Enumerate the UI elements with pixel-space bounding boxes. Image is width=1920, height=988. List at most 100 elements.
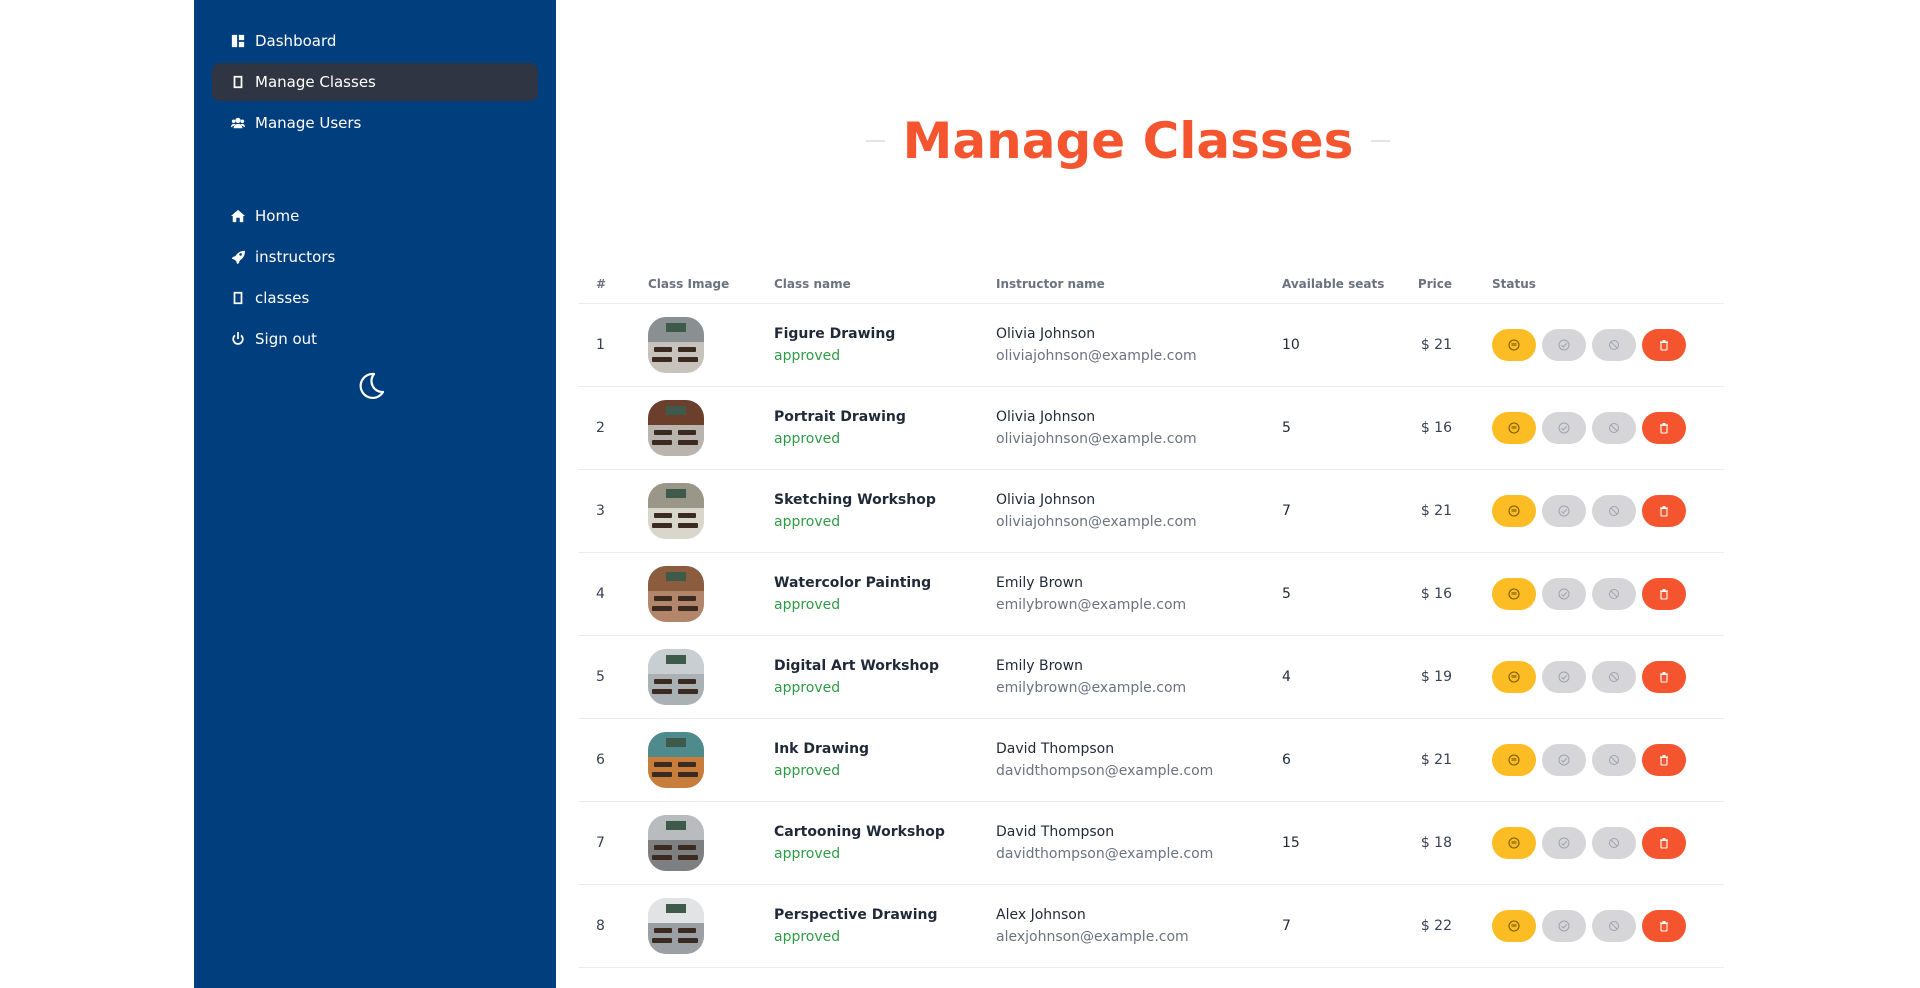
approve-button[interactable] [1542,660,1586,693]
class-image [648,565,704,622]
instructor-name: David Thompson [996,740,1115,757]
status-actions [1492,577,1724,610]
ban-icon [1609,339,1619,350]
theme-toggle-button[interactable] [353,369,387,403]
available-seats: 7 [1282,917,1291,934]
class-image-cell [630,801,756,884]
approve-button[interactable] [1542,328,1586,361]
class-status: approved [774,679,841,696]
delete-button[interactable] [1642,660,1686,693]
check-circle-icon [1558,754,1570,765]
sidebar-item-label: Home [255,207,300,225]
deny-button[interactable] [1592,660,1636,693]
delete-button[interactable] [1642,826,1686,859]
delete-button[interactable] [1642,909,1686,942]
class-image-cell [630,552,756,635]
class-name-cell: Cartooning Workshop approved [756,801,978,884]
pending-button[interactable] [1492,826,1536,859]
approve-button[interactable] [1542,826,1586,859]
check-circle-icon [1558,505,1570,516]
delete-button[interactable] [1642,743,1686,776]
deny-button[interactable] [1592,328,1636,361]
deny-button[interactable] [1592,826,1636,859]
approve-button[interactable] [1542,743,1586,776]
row-number: 2 [596,419,605,436]
class-image-cell [630,469,756,552]
class-image-cell [630,884,756,967]
sidebar-item-classes[interactable]: classes [212,279,538,317]
sidebar-item-label: instructors [255,248,336,266]
status-actions-cell [1474,718,1724,801]
instructor-cell: David Thompson davidthompson@example.com [978,801,1264,884]
delete-button[interactable] [1642,328,1686,361]
deny-button[interactable] [1592,909,1636,942]
class-image [648,482,704,539]
power-icon [230,331,246,347]
title-divider-left [866,140,885,142]
sidebar-item-sign-out[interactable]: Sign out [212,320,538,358]
trash-icon [1660,588,1668,600]
pending-button[interactable] [1492,743,1536,776]
available-seats: 6 [1282,751,1291,768]
trash-icon [1660,754,1668,766]
class-name-cell: Watercolor Painting approved [756,552,978,635]
delete-button[interactable] [1642,411,1686,444]
class-name: Sketching Workshop [774,491,936,508]
deny-button[interactable] [1592,411,1636,444]
class-price: $ 21 [1420,751,1452,768]
class-image [648,648,704,705]
class-price: $ 19 [1420,668,1452,685]
check-circle-icon [1558,920,1570,931]
sidebar-item-manage-users[interactable]: Manage Users [212,104,538,142]
deny-button[interactable] [1592,743,1636,776]
status-actions-cell [1474,303,1724,386]
pending-button[interactable] [1492,909,1536,942]
instructor-name: Olivia Johnson [996,408,1096,425]
pending-button[interactable] [1492,577,1536,610]
instructor-email: davidthompson@example.com [996,762,1214,779]
instructor-email: emilybrown@example.com [996,596,1187,613]
sidebar-item-home[interactable]: Home [212,197,538,235]
instructor-email: oliviajohnson@example.com [996,513,1197,530]
instructor-cell: Olivia Johnson oliviajohnson@example.com [978,386,1264,469]
class-name: Digital Art Workshop [774,657,940,674]
sidebar-item-instructors[interactable]: instructors [212,238,538,276]
available-seats: 4 [1282,668,1291,685]
minus-circle-icon [1508,836,1520,849]
delete-button[interactable] [1642,577,1686,610]
pending-button[interactable] [1492,328,1536,361]
instructor-cell: Alex Johnson alexjohnson@example.com [978,884,1264,967]
sidebar-item-manage-classes[interactable]: Manage Classes [212,63,538,101]
status-actions-cell [1474,469,1724,552]
pending-button[interactable] [1492,660,1536,693]
ban-icon [1609,920,1619,931]
sidebar-item-label: Dashboard [255,32,337,50]
class-price: $ 21 [1420,502,1452,519]
approve-button[interactable] [1542,494,1586,527]
class-price: $ 18 [1420,834,1452,851]
class-price: $ 16 [1420,419,1452,436]
class-status: approved [774,347,841,364]
pending-button[interactable] [1492,411,1536,444]
delete-button[interactable] [1642,494,1686,527]
approve-button[interactable] [1542,411,1586,444]
trash-icon [1660,920,1668,932]
deny-button[interactable] [1592,577,1636,610]
sidebar-top-nav: Dashboard Manage Classes Manage Users [212,22,538,145]
instructor-cell: Olivia Johnson oliviajohnson@example.com [978,469,1264,552]
class-name-cell: Portrait Drawing approved [756,386,978,469]
instructor-cell: Emily Brown emilybrown@example.com [978,552,1264,635]
deny-button[interactable] [1592,494,1636,527]
class-status: approved [774,513,841,530]
trash-icon [1660,505,1668,517]
approve-button[interactable] [1542,577,1586,610]
pending-button[interactable] [1492,494,1536,527]
dashboard-icon [230,33,246,49]
check-circle-icon [1558,422,1570,433]
approve-button[interactable] [1542,909,1586,942]
check-circle-icon [1558,837,1570,848]
row-number: 5 [596,668,605,685]
sidebar-item-dashboard[interactable]: Dashboard [212,22,538,60]
page-header: Manage Classes [866,108,1390,174]
ban-icon [1609,671,1619,682]
